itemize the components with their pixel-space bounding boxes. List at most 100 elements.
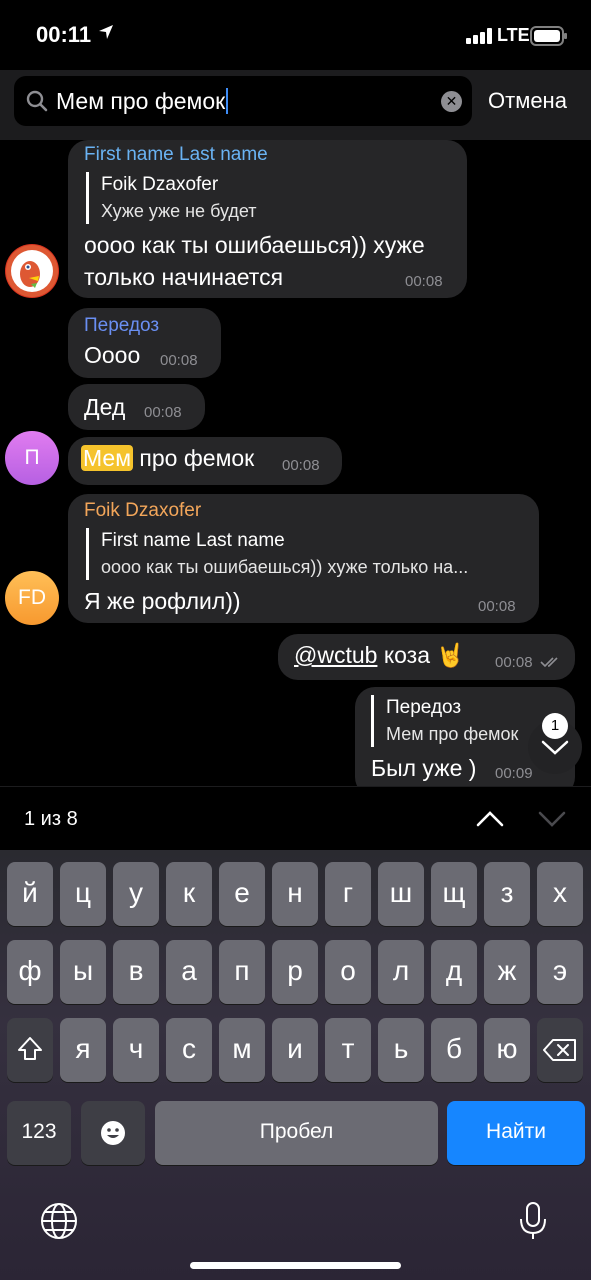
avatar[interactable]: П — [5, 431, 59, 485]
key[interactable]: ж — [484, 940, 530, 1004]
key[interactable]: г — [325, 862, 371, 926]
key[interactable]: е — [219, 862, 265, 926]
globe-icon[interactable] — [39, 1201, 79, 1241]
key[interactable]: у — [113, 862, 159, 926]
key[interactable]: д — [431, 940, 477, 1004]
status-bar: 00:11 LTE — [0, 0, 591, 70]
emoji-key[interactable] — [81, 1101, 145, 1165]
reply-sender: First name Last name — [101, 530, 285, 551]
location-arrow-icon — [99, 25, 113, 39]
avatar[interactable]: FD — [5, 571, 59, 625]
message-bubble[interactable]: Передоз Оооо 00:08 — [68, 308, 221, 378]
key[interactable]: й — [7, 862, 53, 926]
reply-quote[interactable]: Foik Dzaxofer Хуже уже не будет — [86, 172, 257, 224]
key[interactable]: ф — [7, 940, 53, 1004]
message-sender: First name Last name — [84, 144, 268, 165]
key[interactable]: ш — [378, 862, 424, 926]
key[interactable]: р — [272, 940, 318, 1004]
key[interactable]: ы — [60, 940, 106, 1004]
battery-icon — [530, 26, 567, 46]
key[interactable]: х — [537, 862, 583, 926]
duck-avatar-icon — [6, 245, 58, 297]
reply-quote[interactable]: First name Last name оооо как ты ошибаеш… — [86, 528, 468, 580]
key[interactable]: о — [325, 940, 371, 1004]
previous-result-chevron-up-icon[interactable] — [474, 805, 506, 833]
shift-icon — [18, 1037, 42, 1060]
key[interactable]: ь — [378, 1018, 424, 1082]
avatar[interactable] — [5, 244, 59, 298]
numbers-key[interactable]: 123 — [7, 1101, 71, 1165]
space-key[interactable]: Пробел — [155, 1101, 438, 1165]
read-checkmarks-icon — [540, 657, 558, 668]
chat-messages[interactable]: First name Last name Foik Dzaxofer Хуже … — [0, 140, 591, 786]
unread-badge: 1 — [542, 713, 568, 739]
cancel-button[interactable]: Отмена — [488, 88, 567, 114]
message-text: Я же рофлил)) — [84, 588, 241, 614]
message-text: Был уже ) — [371, 755, 477, 781]
text-caret — [226, 88, 229, 114]
shift-key[interactable] — [7, 1018, 53, 1082]
key[interactable]: и — [272, 1018, 318, 1082]
key[interactable]: п — [219, 940, 265, 1004]
message-bubble[interactable]: @wctub коза 🤘 00:08 — [278, 634, 575, 680]
search-highlight: Мем — [81, 445, 134, 471]
search-bar: Мем про фемок ✕ Отмена — [0, 70, 591, 140]
key[interactable]: я — [60, 1018, 106, 1082]
emoji-icon — [101, 1121, 125, 1145]
signal-icon — [466, 28, 492, 44]
next-result-chevron-down-icon[interactable] — [536, 805, 568, 833]
search-go-button[interactable]: Найти — [447, 1101, 585, 1165]
message-time: 00:08 — [495, 654, 533, 671]
message-time: 00:08 — [160, 352, 198, 369]
message-bubble[interactable]: Foik Dzaxofer First name Last name оооо … — [68, 494, 539, 623]
search-input[interactable]: Мем про фемок ✕ — [14, 76, 472, 126]
message-sender: Передоз — [84, 315, 160, 336]
reply-text: Хуже уже не будет — [101, 201, 257, 221]
key[interactable]: щ — [431, 862, 477, 926]
clear-search-button[interactable]: ✕ — [441, 91, 462, 112]
microphone-icon[interactable] — [513, 1201, 553, 1241]
message-bubble[interactable]: Дед 00:08 — [68, 384, 205, 430]
key[interactable]: а — [166, 940, 212, 1004]
status-time: 00:11 — [36, 22, 92, 47]
key[interactable]: з — [484, 862, 530, 926]
key[interactable]: э — [537, 940, 583, 1004]
message-time: 00:08 — [405, 273, 443, 290]
message-time: 00:09 — [495, 765, 533, 782]
message-text: @wctub коза 🤘 — [294, 642, 466, 668]
message-sender: Foik Dzaxofer — [84, 500, 202, 521]
key[interactable]: т — [325, 1018, 371, 1082]
key[interactable]: к — [166, 862, 212, 926]
message-bubble[interactable]: Мем про фемок 00:08 — [68, 437, 342, 485]
reply-sender: Передоз — [386, 697, 462, 718]
message-time: 00:08 — [282, 457, 320, 474]
key[interactable]: н — [272, 862, 318, 926]
search-results-bar: 1 из 8 — [0, 786, 591, 850]
message-bubble[interactable]: First name Last name Foik Dzaxofer Хуже … — [68, 140, 467, 298]
key[interactable]: ч — [113, 1018, 159, 1082]
message-time: 00:08 — [478, 598, 516, 615]
message-text: только начинается — [84, 264, 284, 290]
key[interactable]: с — [166, 1018, 212, 1082]
key[interactable]: ю — [484, 1018, 530, 1082]
search-icon — [26, 90, 48, 112]
message-text: Дед — [84, 394, 126, 420]
message-time: 00:08 — [144, 404, 182, 421]
close-icon: ✕ — [445, 93, 458, 109]
backspace-icon — [543, 1039, 576, 1061]
mention-link[interactable]: @wctub — [294, 642, 377, 668]
key[interactable]: м — [219, 1018, 265, 1082]
key[interactable]: б — [431, 1018, 477, 1082]
key[interactable]: л — [378, 940, 424, 1004]
key[interactable]: ц — [60, 862, 106, 926]
backspace-key[interactable] — [537, 1018, 583, 1082]
result-counter: 1 из 8 — [24, 808, 78, 830]
reply-sender: Foik Dzaxofer — [101, 174, 219, 195]
message-text: Оооо — [84, 342, 141, 368]
message-text: Мем про фемок — [81, 445, 255, 471]
keyboard: й ц у к е н г ш щ з х ф ы в а п р о л д … — [0, 850, 591, 1280]
home-indicator[interactable] — [190, 1262, 401, 1269]
key[interactable]: в — [113, 940, 159, 1004]
network-label: LTE — [497, 25, 530, 45]
search-value: Мем про фемок — [56, 88, 229, 115]
